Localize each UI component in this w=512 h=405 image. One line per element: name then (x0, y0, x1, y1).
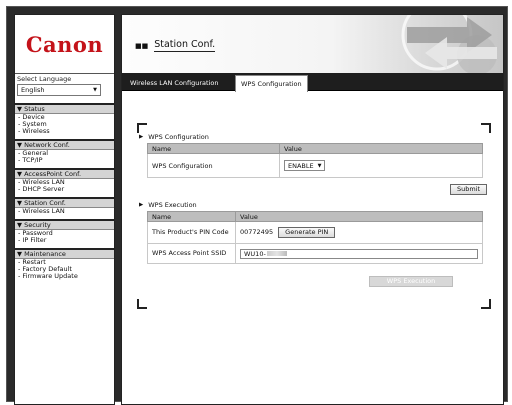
pin-code-value: 00772495 (240, 228, 274, 236)
chevron-down-icon: ▼ (317, 162, 322, 169)
language-selected: English (21, 86, 45, 94)
wps-exec-section-label: WPS Execution (148, 201, 197, 209)
language-select[interactable]: English ▼ (17, 84, 101, 96)
tab-bar: Wireless LAN Configuration WPS Configura… (122, 73, 503, 92)
pin-code-label: This Product's PIN Code (147, 221, 236, 244)
header-banner: ■■ Station Conf. (122, 15, 503, 73)
redacted-mark (266, 251, 287, 256)
sidebar: Canon Select Language English ▼ ▼ Status… (14, 14, 115, 405)
canon-logo: Canon (25, 31, 104, 57)
ssid-label: WPS Access Point SSID (147, 243, 236, 264)
corner-bracket (137, 123, 147, 133)
tab-wps-configuration[interactable]: WPS Configuration (235, 75, 308, 92)
sidebar-item-wireless-lan[interactable]: Wireless LAN (15, 208, 114, 215)
chevron-down-icon: ▼ (93, 87, 97, 93)
nav-group: ▼ Station Conf.Wireless LAN (15, 197, 114, 215)
wps-config-section-label: WPS Configuration (148, 133, 209, 141)
nav-group: ▼ SecurityPasswordIP Filter (15, 219, 114, 244)
pin-code-cell: 00772495 Generate PIN (235, 221, 483, 244)
col-header-value: Value (235, 211, 483, 222)
main-area: ■■ Station Conf. Wireless LAN Configurat… (121, 14, 504, 405)
grid-icon: ■■ (135, 41, 149, 50)
sidebar-item-dhcp-server[interactable]: DHCP Server (15, 186, 114, 193)
wps-exec-section-title: ▶ WPS Execution (139, 201, 197, 209)
page-title: ■■ Station Conf. (135, 39, 216, 52)
wps-config-label: WPS Configuration (147, 153, 280, 178)
wps-config-value-cell: ENABLE ▼ (279, 153, 483, 178)
nav-group: ▼ MaintenanceRestartFactory DefaultFirmw… (15, 248, 114, 280)
triangle-right-icon: ▶ (139, 134, 144, 140)
wps-config-section-title: ▶ WPS Configuration (139, 133, 209, 141)
col-header-value: Value (279, 143, 483, 154)
col-header-name: Name (147, 143, 280, 154)
generate-pin-button[interactable]: Generate PIN (278, 227, 336, 238)
wps-enable-select[interactable]: ENABLE ▼ (284, 160, 326, 171)
wps-exec-table: Name Value This Product's PIN Code 00772… (147, 211, 483, 264)
nav-group: ▼ Network Conf.GeneralTCP/IP (15, 139, 114, 164)
page-title-text: Station Conf. (154, 39, 216, 52)
ssid-input[interactable]: WU10- (240, 248, 478, 259)
wps-panel: ▶ WPS Configuration Name Value WPS Confi… (137, 123, 491, 309)
wps-execution-button[interactable]: WPS Execution (369, 276, 453, 287)
corner-bracket (137, 299, 147, 309)
sidebar-nav: ▼ StatusDeviceSystemWireless ▼ Network Co… (15, 103, 114, 280)
corner-bracket (481, 299, 491, 309)
sidebar-item-firmware-update[interactable]: Firmware Update (15, 273, 114, 280)
ssid-cell: WU10- (235, 243, 483, 264)
sidebar-item-ip-filter[interactable]: IP Filter (15, 237, 114, 244)
sidebar-item-tcp-ip[interactable]: TCP/IP (15, 157, 114, 164)
tab-wireless-lan-configuration[interactable]: Wireless LAN Configuration (125, 75, 224, 91)
submit-button[interactable]: Submit (450, 184, 488, 195)
content-area: ▶ WPS Configuration Name Value WPS Confi… (122, 92, 503, 404)
sidebar-item-wireless[interactable]: Wireless (15, 128, 114, 135)
banner-arrows-graphic (401, 15, 497, 73)
nav-group: ▼ StatusDeviceSystemWireless (15, 103, 114, 135)
corner-bracket (481, 123, 491, 133)
nav-group: ▼ AccessPoint Conf.Wireless LANDHCP Serv… (15, 168, 114, 193)
col-header-name: Name (147, 211, 236, 222)
language-label: Select Language (17, 75, 72, 83)
triangle-right-icon: ▶ (139, 202, 144, 208)
language-block: Select Language English ▼ (15, 73, 114, 99)
wps-enable-selected: ENABLE (288, 161, 314, 170)
ssid-value: WU10- (244, 249, 266, 258)
wps-config-table: Name Value WPS Configuration ENABLE ▼ (147, 143, 483, 178)
